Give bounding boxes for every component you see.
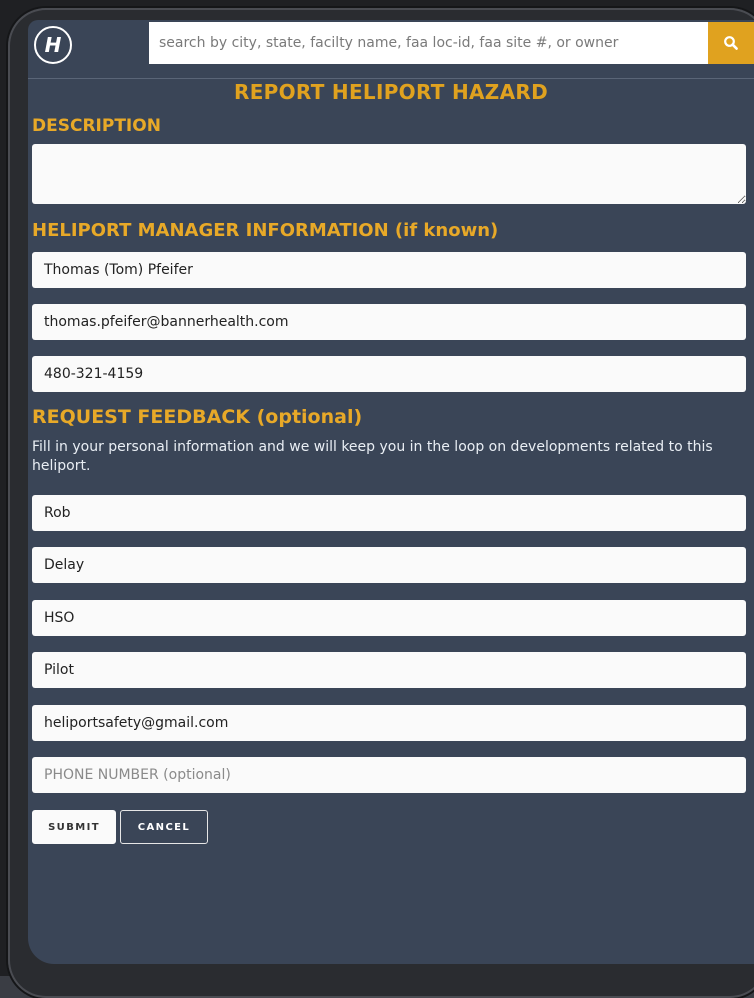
description-field[interactable] bbox=[32, 144, 746, 204]
manager-phone-field[interactable]: 480-321-4159 bbox=[32, 356, 746, 392]
phone-field[interactable] bbox=[32, 757, 746, 793]
first-name-field[interactable]: Rob bbox=[32, 495, 746, 531]
manager-name-field[interactable]: Thomas (Tom) Pfeifer bbox=[32, 252, 746, 288]
email-field[interactable]: heliportsafety@gmail.com bbox=[32, 705, 746, 741]
cancel-button[interactable]: CANCEL bbox=[120, 810, 208, 844]
feedback-section-label: REQUEST FEEDBACK (optional) bbox=[32, 406, 363, 428]
search-button[interactable] bbox=[708, 22, 754, 64]
search-input[interactable] bbox=[149, 22, 708, 64]
role-field[interactable]: Pilot bbox=[32, 652, 746, 688]
manager-email-field[interactable]: thomas.pfeifer@bannerhealth.com bbox=[32, 304, 746, 340]
submit-button[interactable]: SUBMIT bbox=[32, 810, 116, 844]
feedback-note: Fill in your personal information and we… bbox=[32, 439, 713, 474]
page-title: REPORT HELIPORT HAZARD bbox=[234, 80, 548, 104]
search-icon bbox=[724, 36, 738, 50]
manager-section-label: HELIPORT MANAGER INFORMATION (if known) bbox=[32, 220, 499, 241]
description-label: DESCRIPTION bbox=[32, 116, 161, 136]
organization-field[interactable]: HSO bbox=[32, 600, 746, 636]
top-bar: H bbox=[28, 20, 754, 79]
last-name-field[interactable]: Delay bbox=[32, 547, 746, 583]
app-screen: H REPORT HELIPORT HAZARD DESCRIPTION HEL… bbox=[28, 20, 754, 964]
heliport-logo[interactable]: H bbox=[34, 26, 72, 64]
search-bar bbox=[149, 22, 754, 64]
device-frame: H REPORT HELIPORT HAZARD DESCRIPTION HEL… bbox=[0, 0, 754, 998]
